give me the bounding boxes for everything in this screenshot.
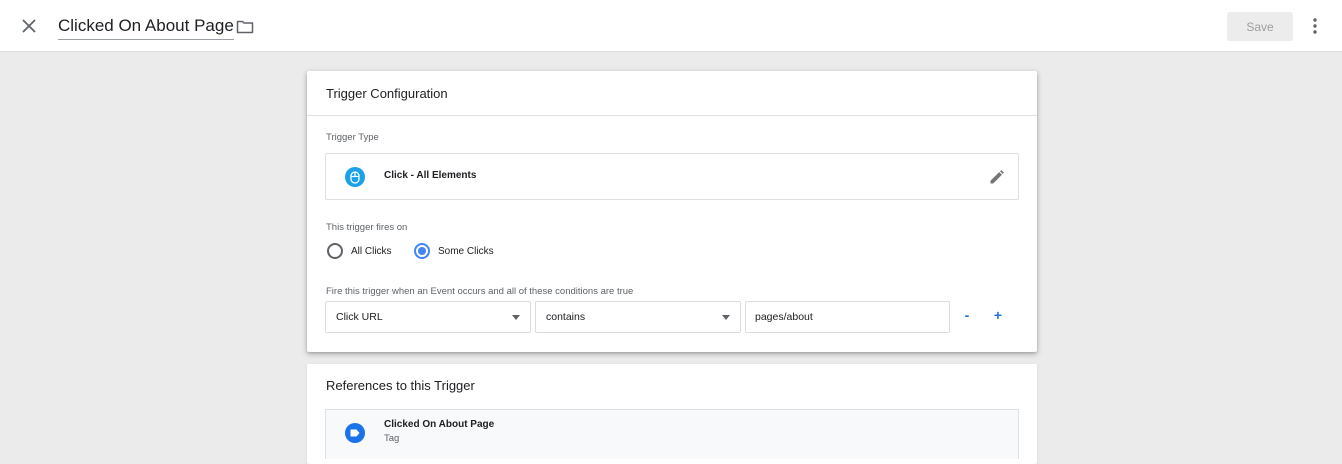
radio-label: Some Clicks [438, 245, 494, 257]
variable-select[interactable]: Click URL [325, 301, 531, 333]
reference-type: Tag [384, 433, 400, 444]
trigger-type-label: Trigger Type [326, 132, 379, 143]
conditions-label: Fire this trigger when an Event occurs a… [326, 286, 634, 297]
more-vert-icon [1313, 18, 1317, 34]
top-bar: Clicked On About Page Save [0, 0, 1342, 52]
trigger-type-selector[interactable]: Click - All Elements [325, 153, 1019, 200]
operator-select[interactable]: contains [535, 301, 741, 333]
radio-some-clicks[interactable]: Some Clicks [414, 243, 494, 259]
variable-select-value: Click URL [336, 311, 383, 323]
save-button[interactable]: Save [1227, 12, 1293, 41]
card-title: Trigger Configuration [307, 71, 1037, 116]
tag-icon [345, 423, 365, 443]
close-button[interactable] [16, 13, 42, 39]
operator-select-value: contains [546, 311, 586, 323]
radio-label: All Clicks [351, 245, 392, 257]
reference-name: Clicked On About Page [384, 419, 495, 430]
add-condition-button[interactable]: + [989, 304, 1007, 326]
card-title: References to this Trigger [326, 377, 475, 393]
folder-icon [236, 20, 254, 33]
folder-button[interactable] [234, 16, 256, 36]
radio-button[interactable] [327, 243, 343, 259]
remove-condition-button[interactable]: - [958, 304, 976, 326]
fires-on-label: This trigger fires on [326, 222, 408, 233]
trigger-name-field[interactable]: Clicked On About Page [58, 14, 234, 40]
radio-all-clicks[interactable]: All Clicks [327, 243, 392, 259]
close-icon [22, 19, 36, 33]
radio-button-selected[interactable] [414, 243, 430, 259]
trigger-type-value: Click - All Elements [384, 170, 477, 181]
references-card: References to this Trigger Clicked On Ab… [307, 364, 1037, 464]
more-options-button[interactable] [1304, 13, 1326, 39]
chevron-down-icon [512, 315, 520, 320]
edit-trigger-type-button[interactable] [985, 166, 1007, 188]
condition-value-input[interactable] [745, 301, 950, 333]
pencil-icon [990, 169, 1004, 183]
chevron-down-icon [722, 315, 730, 320]
trigger-configuration-card: Trigger Configuration Trigger Type Click… [307, 71, 1037, 352]
mouse-icon [345, 167, 365, 187]
